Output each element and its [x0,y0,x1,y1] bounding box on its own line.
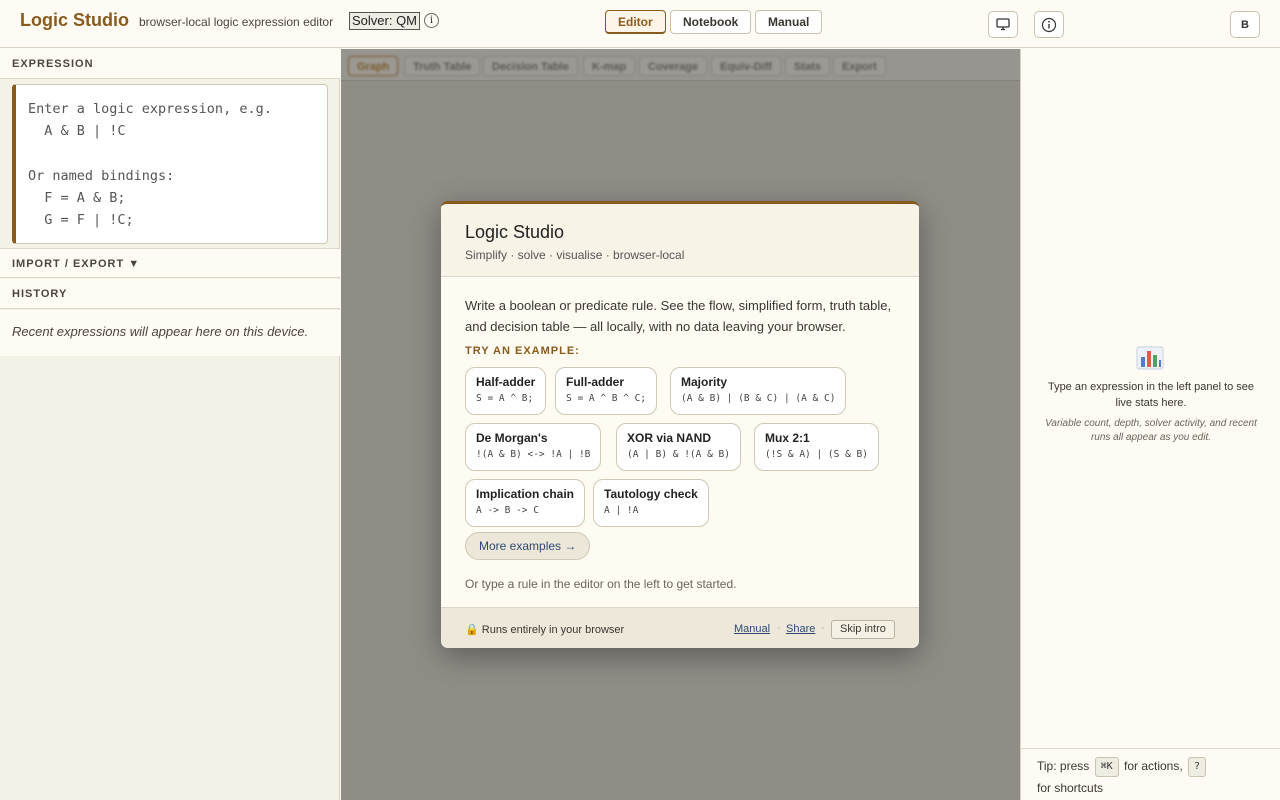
example-expression: (!S & A) | (S & B) [765,449,868,460]
nav-manual-button[interactable]: Manual [755,10,823,34]
example-expression: !(A & B) <-> !A | !B [476,449,591,460]
example-name: Mux 2:1 [765,431,810,445]
view-tabs: Graph Truth Table Decision Table K-map C… [341,49,1020,81]
top-bar: Logic Studio browser-local logic express… [0,0,1280,48]
nav-editor-button[interactable]: Editor [605,10,666,34]
tab-graph[interactable]: Graph [348,56,399,76]
solver-info-icon[interactable]: i [424,13,439,28]
stats-empty-subtext: Variable count, depth, solver activity, … [1045,418,1257,443]
example-mux-2-1[interactable]: Mux 2:1 (!S & A) | (S & B) [754,423,879,471]
info-icon [1041,17,1057,32]
share-link[interactable]: Share [786,623,815,635]
tip-prefix: Tip: press [1037,759,1090,773]
example-full-adder[interactable]: Full-adder S = A ^ B ^ C; [555,367,658,415]
dialog-title: Logic Studio [465,222,565,242]
nav-notebook-button[interactable]: Notebook [670,10,752,34]
bar-chart-icon [1136,346,1164,370]
example-expression: S = A ^ B; [476,393,534,404]
dialog-subtitle: Simplify · solve · visualise · browser-l… [465,248,685,262]
app-title: Logic Studio [20,10,129,30]
editor-placeholder: Enter a logic expression, e.g. A & B | !… [28,101,272,229]
example-name: Half-adder [476,375,536,389]
more-examples-button[interactable]: More examples → [465,532,591,560]
example-name: Full-adder [566,375,625,389]
example-expression: S = A ^ B ^ C; [566,393,647,404]
expression-editor[interactable]: Enter a logic expression, e.g. A & B | !… [12,84,328,244]
example-name: Implication chain [476,487,575,501]
try-example-label: TRY AN EXAMPLE: [465,345,580,357]
skip-intro-button[interactable]: Skip intro [831,620,895,639]
example-name: Tautology check [604,487,698,501]
history-heading: HISTORY [0,279,340,309]
dialog-footer: 🔒 Runs entirely in your browser Manual ·… [441,607,919,648]
tip-suffix: for shortcuts [1037,781,1104,795]
example-majority[interactable]: Majority (A & B) | (B & C) | (A & C) [670,367,847,415]
dialog-hint: Or type a rule in the editor on the left… [465,577,737,591]
tab-decision-table[interactable]: Decision Table [483,56,578,76]
example-tautology-check[interactable]: Tautology check A | !A [593,479,709,527]
dialog-header: Logic Studio Simplify · solve · visualis… [441,204,919,277]
expression-heading: EXPRESSION [0,49,340,79]
example-implication-chain[interactable]: Implication chain A -> B -> C [465,479,586,527]
tab-coverage[interactable]: Coverage [639,56,708,76]
solver-select[interactable]: Solver: QM [349,12,421,30]
footer-separator: · [821,622,825,634]
example-name: Majority [681,375,728,389]
example-expression: (A | B) & !(A & B) [627,449,730,460]
help-key: ? [1188,756,1207,777]
tab-truth-table[interactable]: Truth Table [404,56,481,76]
import-export-toggle[interactable]: IMPORT / EXPORT ▼ [0,248,340,278]
manual-link[interactable]: Manual [734,623,770,635]
example-name: De Morgan's [476,431,548,445]
stats-empty-message: Type an expression in the left panel to … [1047,381,1255,409]
shortcut-tip: Tip: press ⌘K for actions, ? for shortcu… [1021,748,1280,800]
history-empty-message: Recent expressions will appear here on t… [0,310,340,356]
command-key: ⌘K [1094,756,1119,777]
dialog-description: Write a boolean or predicate rule. See t… [465,298,892,334]
example-xor-via-nand[interactable]: XOR via NAND (A | B) & !(A & B) [616,423,741,471]
monitor-icon [996,18,1010,31]
example-de-morgans[interactable]: De Morgan's !(A & B) <-> !A | !B [465,423,602,471]
example-expression: A | !A [604,505,639,516]
tab-stats[interactable]: Stats [785,56,830,76]
display-mode-button[interactable] [988,11,1018,38]
example-half-adder[interactable]: Half-adder S = A ^ B; [465,367,547,415]
about-button[interactable] [1034,11,1064,38]
tip-middle: for actions, [1123,759,1183,773]
intro-dialog: Logic Studio Simplify · solve · visualis… [441,201,919,648]
tab-equiv-diff[interactable]: Equiv-Diff [711,56,781,76]
stats-panel: Type an expression in the left panel to … [1020,49,1280,800]
tab-kmap[interactable]: K-map [583,56,636,76]
example-expression: A -> B -> C [476,505,539,516]
example-name: XOR via NAND [627,431,712,445]
app-tagline: browser-local logic expression editor [139,15,334,29]
user-avatar-button[interactable]: B [1230,11,1260,38]
local-only-note: 🔒 Runs entirely in your browser [465,624,625,636]
tab-export[interactable]: Export [833,56,886,76]
example-expression: (A & B) | (B & C) | (A & C) [681,393,836,404]
footer-separator: · [777,622,781,634]
left-panel: EXPRESSION Enter a logic expression, e.g… [0,49,340,800]
